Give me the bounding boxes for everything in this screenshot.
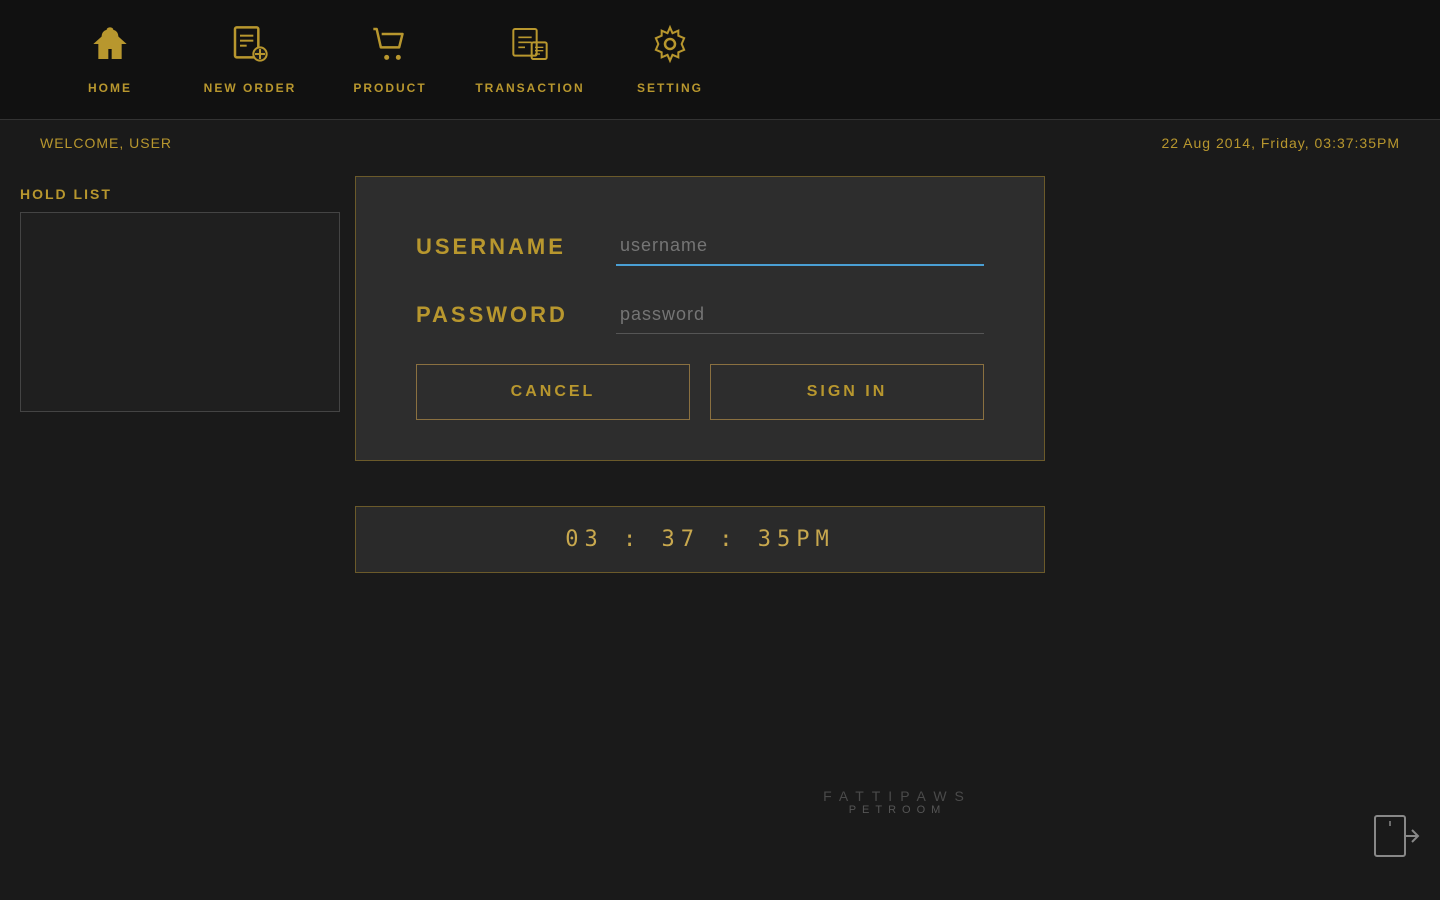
nav-label-product: PRODUCT — [353, 81, 426, 95]
nav-label-home: HOME — [88, 81, 132, 95]
nav-label-transaction: TRANSACTION — [475, 81, 584, 95]
username-input[interactable] — [616, 227, 984, 266]
hold-list-box — [20, 212, 340, 412]
exit-button[interactable] — [1370, 811, 1420, 866]
exit-icon — [1370, 811, 1420, 861]
home-icon — [90, 24, 130, 73]
navbar: HOME NEW ORDER PRODUCT — [0, 0, 1440, 120]
time-bar: 03 : 37 : 35PM — [355, 506, 1045, 573]
password-input[interactable] — [616, 296, 984, 334]
nav-item-transaction[interactable]: TRANSACTION — [460, 14, 600, 105]
nav-item-product[interactable]: PRODUCT — [320, 14, 460, 105]
login-dialog: USERNAME PASSWORD CANCEL SIGN IN — [355, 176, 1045, 461]
nav-item-new-order[interactable]: NEW ORDER — [180, 14, 320, 105]
password-row: PASSWORD — [416, 296, 984, 334]
datetime-text: 22 Aug 2014, Friday, 03:37:35PM — [1161, 135, 1400, 151]
nav-label-setting: SETTING — [637, 81, 703, 95]
setting-icon — [650, 24, 690, 73]
nav-item-home[interactable]: HOME — [40, 14, 180, 105]
dialog-inner: USERNAME PASSWORD CANCEL SIGN IN — [356, 177, 1044, 460]
watermark-line2: PETROOM — [823, 804, 972, 816]
welcome-text: WELCOME, USER — [40, 135, 172, 151]
password-label: PASSWORD — [416, 302, 616, 328]
transaction-icon — [510, 24, 550, 73]
main-content: HOLD LIST USERNAME PASSWORD CANCEL — [0, 166, 1440, 896]
product-icon — [370, 24, 410, 73]
username-row: USERNAME — [416, 227, 984, 266]
hold-list-title: HOLD LIST — [20, 186, 340, 202]
button-row: CANCEL SIGN IN — [416, 364, 984, 420]
username-label: USERNAME — [416, 234, 616, 260]
nav-label-new-order: NEW ORDER — [204, 81, 297, 95]
dialog-overlay: USERNAME PASSWORD CANCEL SIGN IN 03 : 37… — [355, 166, 1440, 896]
welcome-bar: WELCOME, USER 22 Aug 2014, Friday, 03:37… — [0, 120, 1440, 166]
left-panel: HOLD LIST — [0, 166, 360, 896]
signin-button[interactable]: SIGN IN — [710, 364, 984, 420]
new-order-icon — [230, 24, 270, 73]
time-display: 03 : 37 : 35PM — [565, 527, 834, 552]
cancel-button[interactable]: CANCEL — [416, 364, 690, 420]
watermark: FATTIPAWS PETROOM — [823, 788, 972, 816]
nav-item-setting[interactable]: SETTING — [600, 14, 740, 105]
watermark-line1: FATTIPAWS — [823, 788, 972, 804]
